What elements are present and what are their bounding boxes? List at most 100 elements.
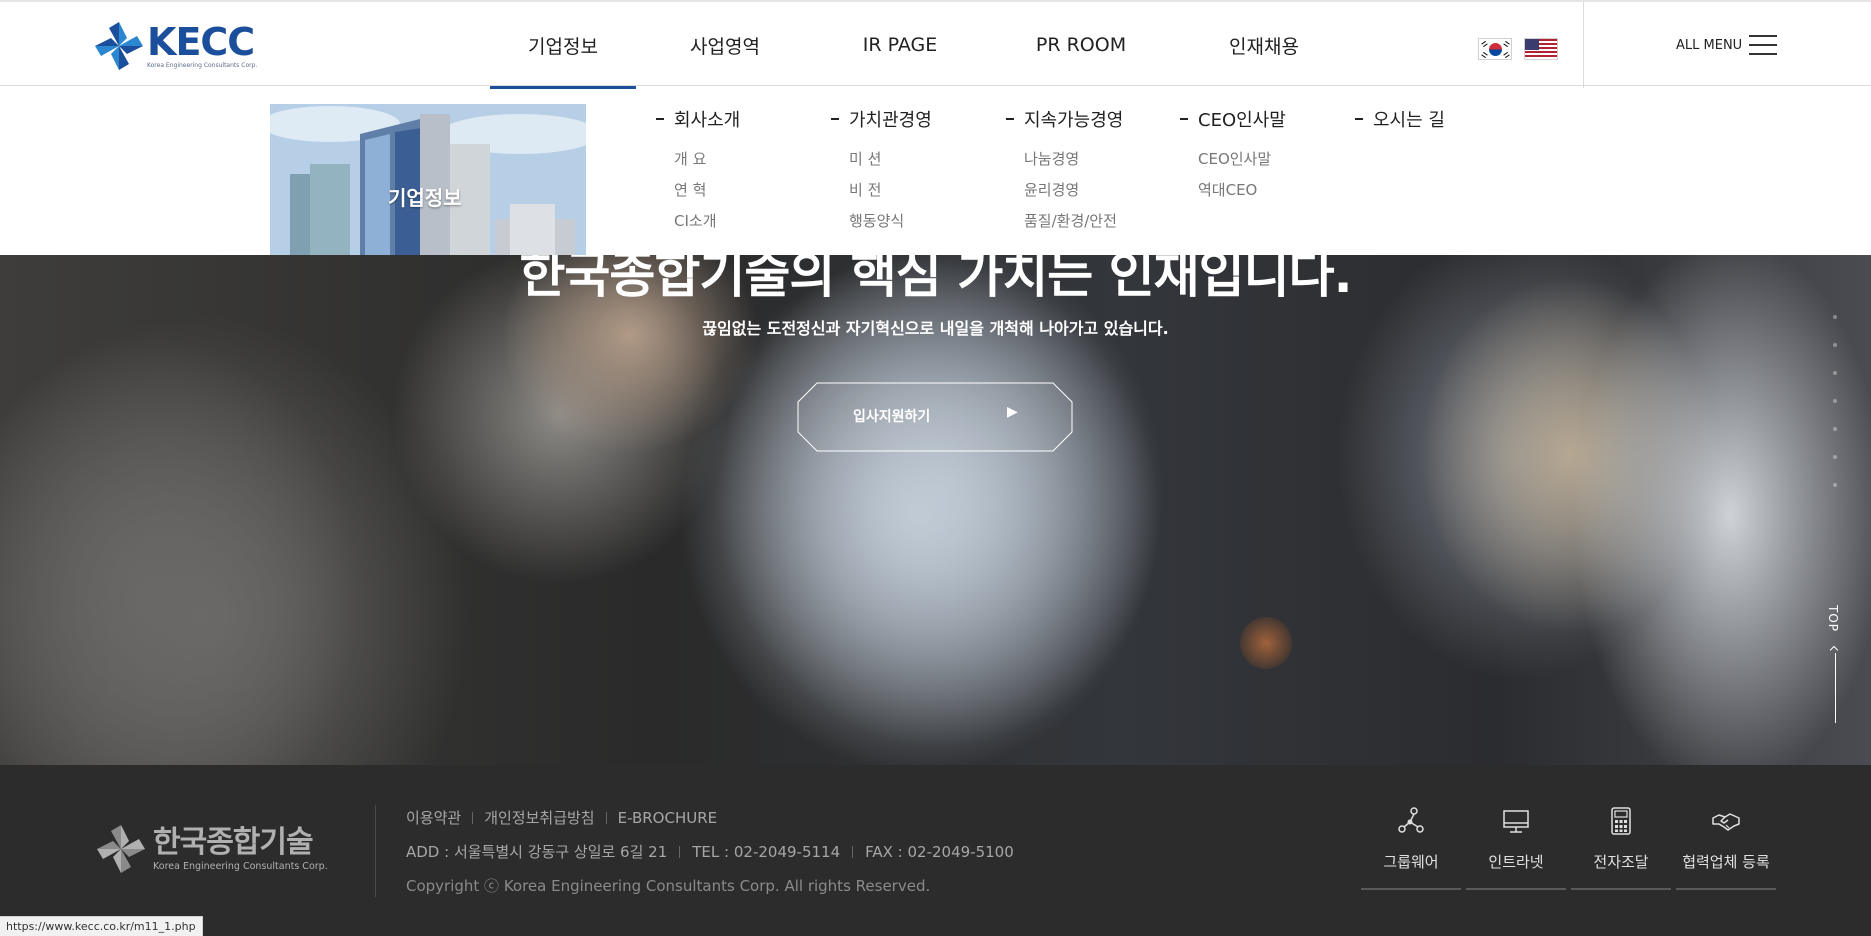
pager-dot[interactable]	[1833, 371, 1837, 375]
apply-button-label: 입사지원하기	[853, 409, 931, 425]
copyright-text: Copyright ⓒ Korea Engineering Consultant…	[406, 877, 931, 895]
menu-item-ci[interactable]: CI소개	[674, 206, 740, 237]
play-arrow-icon: ▶	[1007, 404, 1018, 420]
menu-column-ceo: CEO인사말 CEO인사말 역대CEO	[1180, 106, 1286, 206]
section-pager	[1833, 315, 1839, 511]
info-separator	[679, 845, 681, 858]
hamburger-icon	[1749, 35, 1777, 57]
terms-link[interactable]: 이용약관	[406, 807, 461, 828]
menu-column-directions: 오시는 길	[1355, 106, 1445, 132]
menu-item-code-of-conduct[interactable]: 행동양식	[849, 206, 932, 237]
privacy-link[interactable]: 개인정보취급방침	[484, 807, 594, 828]
building-image	[270, 104, 586, 255]
site-header: KECC Korea Engineering Consultants Corp.…	[0, 0, 1871, 89]
intranet-label: 인트라넷	[1488, 853, 1544, 871]
apply-button-frame	[797, 382, 1073, 452]
menu-item-quality-safety[interactable]: 품질/환경/안전	[1024, 206, 1123, 237]
banner-title: 기업정보	[388, 186, 462, 210]
menu-heading-label: 가치관경영	[849, 110, 932, 131]
apply-button[interactable]: 입사지원하기 ▶	[797, 382, 1073, 452]
hero-bg-light	[1240, 617, 1292, 669]
menu-item-past-ceos[interactable]: 역대CEO	[1198, 175, 1286, 206]
top-line	[1835, 653, 1836, 723]
menu-column-company: 회사소개 개 요 연 혁 CI소개	[656, 106, 740, 237]
menu-heading-ceo[interactable]: CEO인사말	[1180, 106, 1286, 132]
groupware-button[interactable]: 그룹웨어	[1361, 805, 1461, 890]
intranet-button[interactable]: 인트라넷	[1466, 805, 1566, 890]
all-menu-label: ALL MENU	[1676, 38, 1743, 53]
nav-business[interactable]: 사업영역	[636, 2, 814, 88]
info-separator	[852, 845, 854, 858]
menu-item-vision[interactable]: 비 전	[849, 175, 932, 206]
nav-ir-page[interactable]: IR PAGE	[814, 2, 986, 88]
link-separator	[605, 811, 607, 824]
language-selector	[1478, 38, 1558, 60]
e-procurement-label: 전자조달	[1593, 853, 1649, 871]
footer-logo-mark-icon	[97, 825, 145, 873]
nav-label: 기업정보	[528, 35, 598, 58]
korean-flag-icon[interactable]	[1478, 38, 1512, 60]
ebrochure-link[interactable]: E-BROCHURE	[618, 809, 718, 827]
menu-heading-label: 지속가능경영	[1024, 110, 1124, 131]
menu-item-mission[interactable]: 미 션	[849, 144, 932, 175]
menu-column-sustainability: 지속가능경영 나눔경영 윤리경영 품질/환경/안전	[1006, 106, 1123, 237]
mega-dropdown: 기업정보 회사소개 개 요 연 혁 CI소개 가치관경영 미 션 비 전 행동양…	[0, 86, 1871, 255]
menu-heading-directions[interactable]: 오시는 길	[1355, 106, 1445, 132]
menu-heading-label: 회사소개	[674, 110, 741, 131]
pager-dot[interactable]	[1833, 343, 1837, 347]
hero-bg-person-left	[0, 335, 360, 765]
site-footer: 한국종합기술 Korea Engineering Consultants Cor…	[0, 765, 1871, 936]
all-menu-button[interactable]: ALL MENU	[1583, 2, 1871, 88]
menu-item-ethics[interactable]: 윤리경영	[1024, 175, 1123, 206]
menu-item-history[interactable]: 연 혁	[674, 175, 740, 206]
pager-dot[interactable]	[1833, 483, 1837, 487]
pager-dot[interactable]	[1833, 399, 1837, 403]
monitor-icon	[1503, 810, 1529, 833]
nav-label: PR ROOM	[1035, 34, 1127, 56]
menu-item-ceo-greeting[interactable]: CEO인사말	[1198, 144, 1286, 175]
us-flag-icon[interactable]	[1524, 38, 1558, 60]
footer-logo-korean: 한국종합기술	[153, 824, 314, 860]
menu-column-values: 가치관경영 미 션 비 전 행동양식	[831, 106, 932, 237]
menu-heading-label: 오시는 길	[1373, 110, 1445, 131]
footer-links: 이용약관 개인정보취급방침 E-BROCHURE	[406, 807, 717, 828]
menu-item-sharing[interactable]: 나눔경영	[1024, 144, 1123, 175]
hero-subtitle: 끊임없는 도전정신과 자기혁신으로 내일을 개척해 나아가고 있습니다.	[702, 319, 1169, 338]
top-label: TOP	[1826, 605, 1840, 633]
menu-item-overview[interactable]: 개 요	[674, 144, 740, 175]
menu-heading-company[interactable]: 회사소개	[656, 106, 740, 132]
footer-services: 그룹웨어 인트라넷 전자조달 협력업체 등록	[1361, 805, 1776, 890]
fax-text: FAX : 02-2049-5100	[865, 842, 1014, 861]
partner-registration-label: 협력업체 등록	[1682, 853, 1770, 871]
address-text: ADD : 서울특별시 강동구 상일로 6길 21	[406, 843, 668, 861]
nav-company-info[interactable]: 기업정보	[490, 2, 636, 89]
handshake-icon	[1712, 813, 1740, 831]
groupware-label: 그룹웨어	[1383, 853, 1439, 871]
logo-wordmark: KECC	[147, 20, 255, 64]
menu-heading-sustainability[interactable]: 지속가능경영	[1006, 106, 1123, 132]
network-icon	[1398, 807, 1424, 833]
nav-recruit[interactable]: 인재채용	[1176, 2, 1352, 88]
nav-pr-room[interactable]: PR ROOM	[986, 2, 1176, 88]
footer-logo[interactable]: 한국종합기술 Korea Engineering Consultants Cor…	[95, 823, 328, 875]
logo-subtitle: Korea Engineering Consultants Corp.	[147, 62, 258, 69]
partner-registration-button[interactable]: 협력업체 등록	[1676, 805, 1776, 890]
e-procurement-button[interactable]: 전자조달	[1571, 805, 1671, 890]
browser-status-url: https://www.kecc.co.kr/m11_1.php	[0, 916, 203, 936]
menu-heading-values[interactable]: 가치관경영	[831, 106, 932, 132]
kecc-logo[interactable]: KECC Korea Engineering Consultants Corp.	[93, 20, 263, 72]
pager-dot[interactable]	[1833, 427, 1837, 431]
company-info-banner: 기업정보	[270, 104, 586, 255]
hero-title: 한국종합기술의 핵심 가치는 인재입니다.	[519, 255, 1352, 304]
pager-dot[interactable]	[1833, 455, 1837, 459]
menu-heading-label: CEO인사말	[1198, 110, 1286, 131]
kecc-logo-mark-icon	[93, 20, 145, 72]
calculator-icon	[1611, 807, 1631, 835]
nav-label: 사업영역	[690, 35, 760, 58]
pager-dot[interactable]	[1833, 315, 1837, 319]
nav-label: 인재채용	[1229, 35, 1299, 58]
nav-label: IR PAGE	[862, 34, 938, 56]
scroll-top-button[interactable]: TOP	[1826, 605, 1846, 725]
main-navigation: 기업정보 사업영역 IR PAGE PR ROOM 인재채용	[490, 2, 1352, 89]
footer-address: ADD : 서울특별시 강동구 상일로 6길 21 TEL : 02-2049-…	[406, 841, 1014, 862]
